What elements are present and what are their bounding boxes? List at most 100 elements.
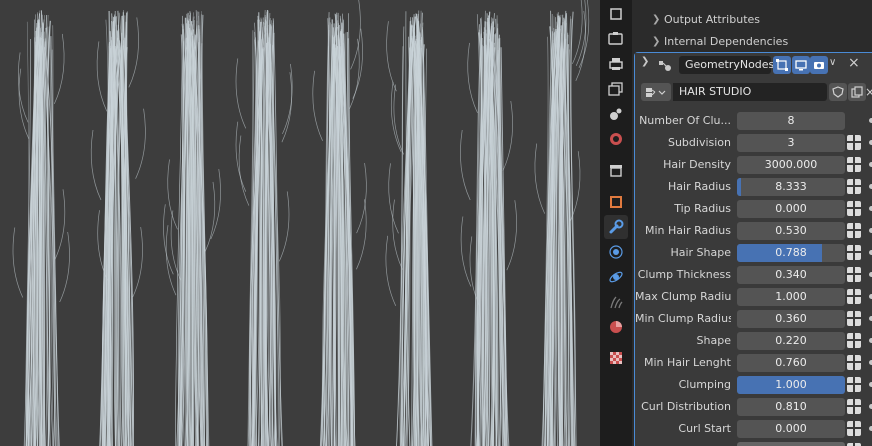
param-value-field[interactable]: 0.340	[737, 266, 845, 284]
param-row: Number Of Clu... 8	[635, 111, 872, 131]
tab-scene[interactable]	[604, 102, 628, 126]
material-sphere-icon	[610, 321, 622, 333]
viewport-display-toggle[interactable]	[792, 56, 810, 74]
param-row: Curl End0.770‹›	[635, 441, 872, 446]
param-value-field[interactable]: 1.000	[737, 288, 845, 306]
param-label: Clumping	[678, 378, 731, 391]
attribute-toggle-icon[interactable]	[847, 311, 861, 326]
param-value: 0.340	[775, 268, 807, 281]
node-group-browse-button[interactable]	[641, 83, 671, 101]
param-label: Curl Start	[678, 422, 731, 435]
modifier-name-field[interactable]: GeometryNodes	[679, 56, 774, 74]
param-value-field[interactable]: 3	[737, 134, 845, 152]
3d-viewport[interactable]	[0, 0, 600, 446]
param-value-field[interactable]: 0.000	[737, 200, 845, 218]
chevron-right-icon: ❯	[652, 35, 661, 47]
param-value-field[interactable]: 0.770‹ ›	[737, 442, 845, 446]
tab-collection[interactable]	[604, 158, 628, 182]
monitor-icon	[795, 60, 807, 71]
param-row: Clump Thickness 0.340	[635, 265, 872, 285]
attribute-toggle-icon[interactable]	[847, 377, 861, 392]
unlink-node-group-button[interactable]: ×	[865, 83, 872, 101]
param-row: Hair Shape 0.788	[635, 243, 872, 263]
param-value: 3	[787, 136, 795, 149]
param-value: 0.760	[775, 356, 807, 369]
param-value-field[interactable]: 0.000	[737, 420, 845, 438]
param-value: 0.770	[737, 442, 845, 446]
tool-icon	[610, 8, 622, 20]
param-value-field[interactable]: 0.760	[737, 354, 845, 372]
attribute-toggle-icon[interactable]	[847, 399, 861, 414]
output-attributes-subpanel[interactable]: ❯ Output Attributes	[632, 8, 872, 30]
hair-clump	[534, 0, 590, 446]
param-label: Clump Thickness	[637, 268, 731, 281]
param-value-field[interactable]: 8.333	[737, 178, 845, 196]
param-value: 0.220	[775, 334, 807, 347]
chevron-down-icon[interactable]: ❯	[641, 56, 649, 67]
param-row: Hair Radius 8.333	[635, 177, 872, 197]
param-row: Curl Start 0.000	[635, 419, 872, 439]
param-label: Min Hair Radius	[645, 224, 731, 237]
param-value: 0.360	[775, 312, 807, 325]
tab-object[interactable]	[604, 190, 628, 214]
hair-clump	[312, 0, 367, 446]
param-value: 8.333	[775, 180, 807, 193]
attribute-toggle-icon[interactable]	[847, 289, 861, 304]
node-group-name-field[interactable]: HAIR STUDIO	[673, 83, 827, 101]
decrement-arrow-icon[interactable]: ‹	[741, 442, 745, 446]
tab-tool[interactable]	[604, 2, 628, 26]
tab-output[interactable]	[604, 52, 628, 76]
attribute-toggle-icon[interactable]	[847, 223, 861, 238]
param-label: Number Of Clu...	[639, 114, 731, 127]
attribute-toggle-icon[interactable]	[847, 355, 861, 370]
tab-view-layer[interactable]	[604, 77, 628, 101]
param-row: Tip Radius 0.000	[635, 199, 872, 219]
attribute-toggle-icon[interactable]	[847, 267, 861, 282]
physics-orbit-icon	[609, 271, 623, 283]
param-value-field[interactable]: 0.360	[737, 310, 845, 328]
param-value-field[interactable]: 0.220	[737, 332, 845, 350]
param-value-field[interactable]: 1.000	[737, 376, 845, 394]
tab-texture[interactable]	[604, 346, 628, 370]
tab-world[interactable]	[604, 127, 628, 151]
remove-modifier-button[interactable]: ×	[848, 55, 860, 71]
param-row: Hair Density 3000.000	[635, 155, 872, 175]
param-row: Max Clump Radius 1.000	[635, 287, 872, 307]
modifier-options-dropdown[interactable]: ∨	[829, 57, 836, 68]
param-value-field[interactable]: 8	[737, 112, 845, 130]
tab-physics[interactable]	[604, 265, 628, 289]
render-toggle[interactable]	[810, 56, 828, 74]
increment-arrow-icon[interactable]: ›	[837, 442, 841, 446]
duplicate-node-group-button[interactable]	[848, 83, 866, 101]
wrench-icon	[609, 219, 624, 234]
edit-mode-toggle[interactable]	[773, 56, 791, 74]
param-value-field[interactable]: 0.530	[737, 222, 845, 240]
attribute-toggle-icon[interactable]	[847, 245, 861, 260]
attribute-toggle-icon[interactable]	[847, 421, 861, 436]
param-row: Clumping 1.000	[635, 375, 872, 395]
attribute-toggle-icon[interactable]	[847, 201, 861, 216]
param-value: 0.000	[775, 422, 807, 435]
attribute-toggle-icon[interactable]	[847, 333, 861, 348]
param-row: Min Hair Lenght 0.760	[635, 353, 872, 373]
attribute-toggle-icon[interactable]	[847, 157, 861, 172]
param-label: Shape	[696, 334, 731, 347]
camera-back-icon	[608, 32, 623, 45]
param-row: Subdivision 3	[635, 133, 872, 153]
param-value: 0.530	[775, 224, 807, 237]
tab-modifiers[interactable]	[604, 215, 628, 239]
param-value-field[interactable]: 0.810	[737, 398, 845, 416]
attribute-toggle-icon[interactable]	[847, 179, 861, 194]
attribute-toggle-icon[interactable]	[847, 135, 861, 150]
param-value-field[interactable]: 0.788	[737, 244, 845, 262]
world-icon	[610, 133, 622, 145]
modifier-header: ❯ GeometryNodes ∨ ×	[635, 53, 872, 77]
tab-render[interactable]	[604, 26, 628, 50]
camera-icon	[814, 62, 824, 69]
internal-dependencies-subpanel[interactable]: ❯ Internal Dependencies	[632, 30, 872, 52]
param-value-field[interactable]: 3000.000	[737, 156, 845, 174]
fake-user-button[interactable]	[829, 83, 847, 101]
tab-material[interactable]	[604, 315, 628, 339]
tab-particles[interactable]	[604, 240, 628, 264]
tab-constraints[interactable]	[604, 290, 628, 314]
